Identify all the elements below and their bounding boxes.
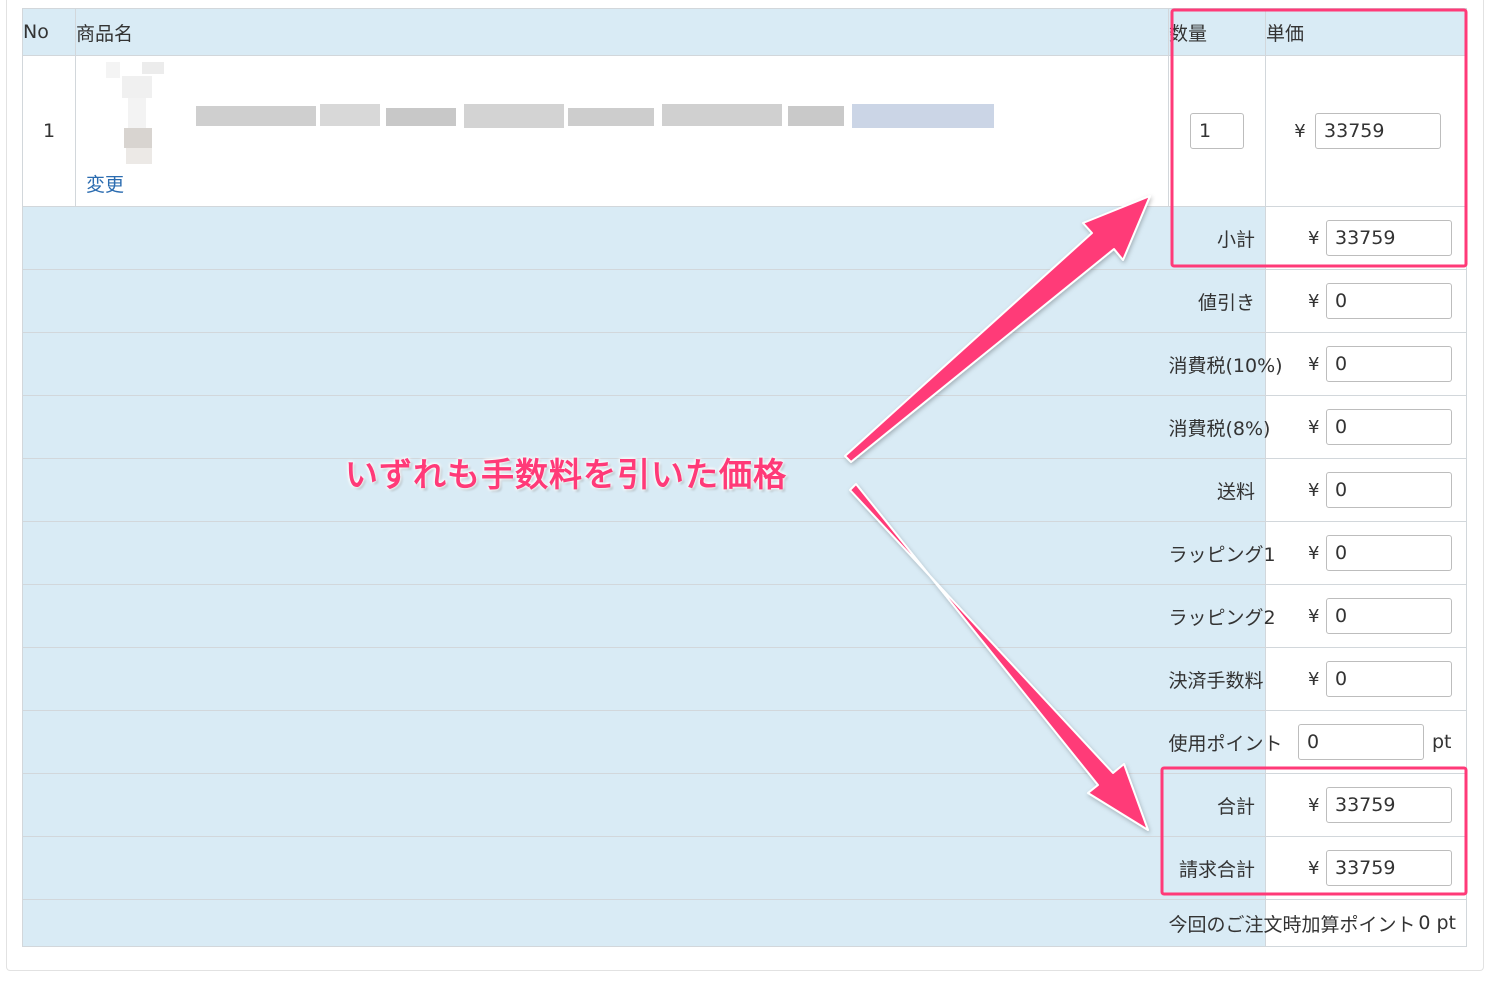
arrow-down-right: [849, 483, 1149, 831]
arrow-up-right: [844, 195, 1151, 463]
annotation-text: いずれも手数料を引いた価格: [345, 455, 787, 494]
highlight-box-top: [1170, 8, 1468, 268]
highlight-box-bottom: [1160, 766, 1468, 896]
